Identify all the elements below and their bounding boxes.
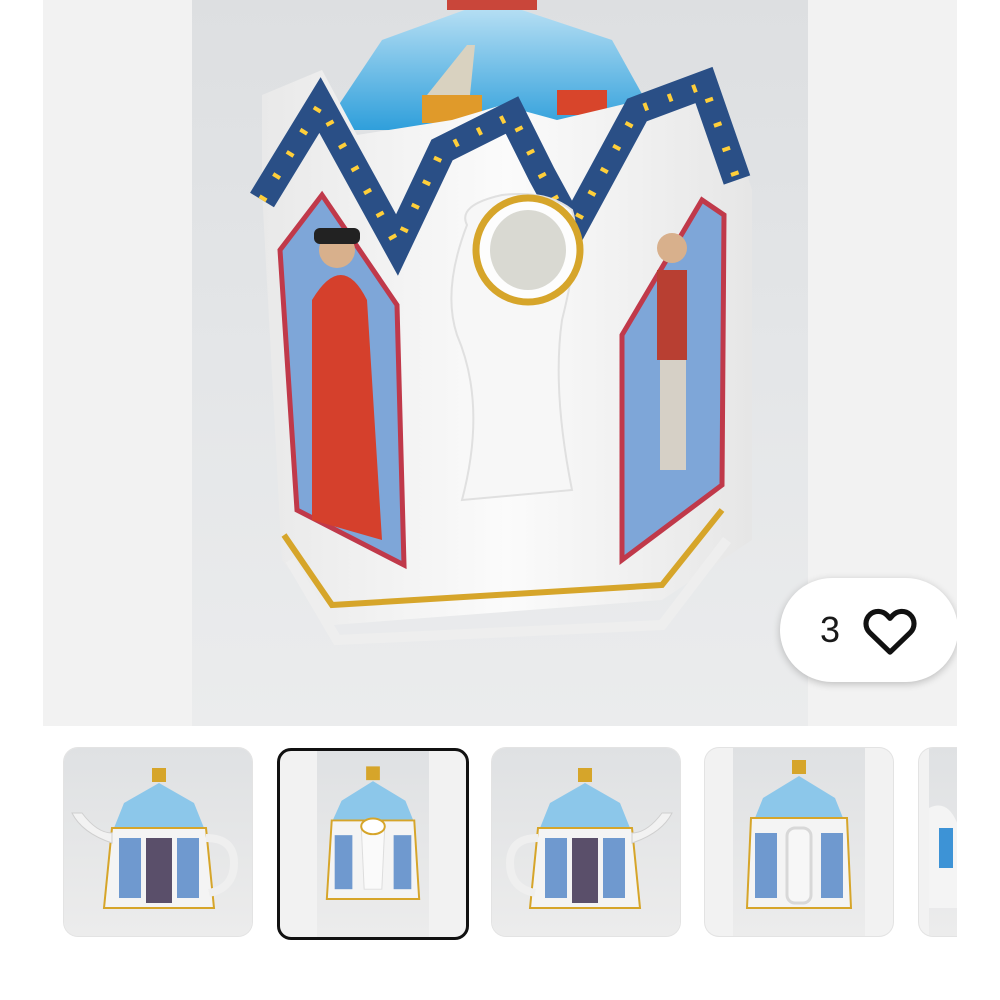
thumbnail-5[interactable] [919, 748, 957, 936]
heart-icon [862, 604, 918, 656]
teapot-handle-image [745, 760, 853, 909]
teapot-partial-image [929, 805, 957, 908]
teapot-photo [250, 0, 752, 646]
thumbnail-3[interactable] [492, 748, 680, 936]
main-product-image[interactable] [192, 0, 808, 726]
teapot-reverse-image [505, 768, 673, 909]
like-button[interactable]: 3 [780, 578, 957, 682]
teapot-side-image [71, 768, 239, 909]
thumbnail-4[interactable] [705, 748, 893, 936]
thumbnail-strip[interactable] [43, 745, 957, 945]
like-count: 3 [819, 609, 841, 650]
teapot-spout-image [325, 766, 421, 900]
thumbnail-1[interactable] [64, 748, 252, 936]
thumbnail-2[interactable] [277, 748, 469, 940]
main-image-container: 3 [43, 0, 957, 726]
